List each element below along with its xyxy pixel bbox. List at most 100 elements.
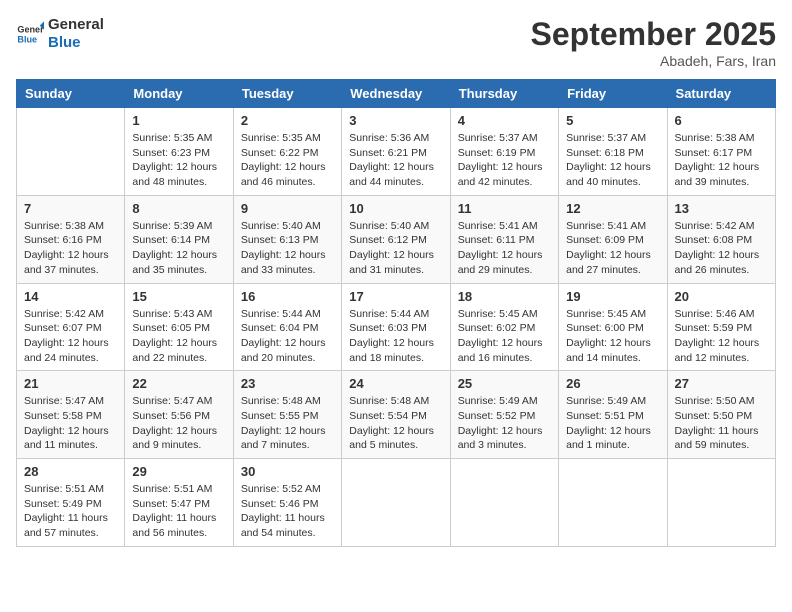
cell-content: Sunrise: 5:47 AMSunset: 5:58 PMDaylight:… (24, 394, 117, 453)
day-number: 14 (24, 289, 117, 304)
cell-content: Sunrise: 5:45 AMSunset: 6:02 PMDaylight:… (458, 307, 551, 366)
cell-content: Sunrise: 5:48 AMSunset: 5:54 PMDaylight:… (349, 394, 442, 453)
cell-content: Sunrise: 5:50 AMSunset: 5:50 PMDaylight:… (675, 394, 768, 453)
day-number: 23 (241, 376, 334, 391)
calendar-cell: 7 Sunrise: 5:38 AMSunset: 6:16 PMDaylight… (17, 195, 125, 283)
calendar-cell (667, 459, 775, 547)
month-title: September 2025 (531, 16, 776, 53)
cell-content: Sunrise: 5:40 AMSunset: 6:12 PMDaylight:… (349, 219, 442, 278)
cell-content: Sunrise: 5:49 AMSunset: 5:52 PMDaylight:… (458, 394, 551, 453)
calendar-cell: 24 Sunrise: 5:48 AMSunset: 5:54 PMDayligh… (342, 371, 450, 459)
day-number: 12 (566, 201, 659, 216)
cell-content: Sunrise: 5:36 AMSunset: 6:21 PMDaylight:… (349, 131, 442, 190)
cell-content: Sunrise: 5:51 AMSunset: 5:49 PMDaylight:… (24, 482, 117, 541)
calendar-cell (342, 459, 450, 547)
calendar-cell: 6 Sunrise: 5:38 AMSunset: 6:17 PMDaylight… (667, 108, 775, 196)
cell-content: Sunrise: 5:45 AMSunset: 6:00 PMDaylight:… (566, 307, 659, 366)
calendar-cell: 9Sunrise: 5:40 AMSunset: 6:13 PMDaylight… (233, 195, 341, 283)
logo: General Blue General Blue (16, 16, 104, 52)
calendar-cell: 21 Sunrise: 5:47 AMSunset: 5:58 PMDayligh… (17, 371, 125, 459)
title-block: September 2025 Abadeh, Fars, Iran (531, 16, 776, 69)
cell-content: Sunrise: 5:52 AMSunset: 5:46 PMDaylight:… (241, 482, 334, 541)
calendar-week-2: 7 Sunrise: 5:38 AMSunset: 6:16 PMDaylight… (17, 195, 776, 283)
cell-content: Sunrise: 5:51 AMSunset: 5:47 PMDaylight:… (132, 482, 225, 541)
calendar-cell (17, 108, 125, 196)
header-day-tuesday: Tuesday (233, 80, 341, 108)
calendar-cell: 27 Sunrise: 5:50 AMSunset: 5:50 PMDayligh… (667, 371, 775, 459)
cell-content: Sunrise: 5:41 AMSunset: 6:11 PMDaylight:… (458, 219, 551, 278)
day-number: 4 (458, 113, 551, 128)
calendar-cell: 10 Sunrise: 5:40 AMSunset: 6:12 PMDayligh… (342, 195, 450, 283)
calendar-cell: 18 Sunrise: 5:45 AMSunset: 6:02 PMDayligh… (450, 283, 558, 371)
day-number: 19 (566, 289, 659, 304)
day-number: 8 (132, 201, 225, 216)
calendar-week-3: 14 Sunrise: 5:42 AMSunset: 6:07 PMDayligh… (17, 283, 776, 371)
calendar-cell: 28 Sunrise: 5:51 AMSunset: 5:49 PMDayligh… (17, 459, 125, 547)
day-number: 28 (24, 464, 117, 479)
day-number: 7 (24, 201, 117, 216)
calendar-week-1: 1 Sunrise: 5:35 AMSunset: 6:23 PMDaylight… (17, 108, 776, 196)
calendar-week-5: 28 Sunrise: 5:51 AMSunset: 5:49 PMDayligh… (17, 459, 776, 547)
day-number: 16 (241, 289, 334, 304)
calendar-week-4: 21 Sunrise: 5:47 AMSunset: 5:58 PMDayligh… (17, 371, 776, 459)
calendar-cell: 29 Sunrise: 5:51 AMSunset: 5:47 PMDayligh… (125, 459, 233, 547)
cell-content: Sunrise: 5:38 AMSunset: 6:17 PMDaylight:… (675, 131, 768, 190)
calendar-cell: 15Sunrise: 5:43 AMSunset: 6:05 PMDayligh… (125, 283, 233, 371)
day-number: 10 (349, 201, 442, 216)
day-number: 27 (675, 376, 768, 391)
calendar-header: SundayMondayTuesdayWednesdayThursdayFrid… (17, 80, 776, 108)
day-number: 15 (132, 289, 225, 304)
day-number: 24 (349, 376, 442, 391)
calendar-cell: 20Sunrise: 5:46 AMSunset: 5:59 PMDayligh… (667, 283, 775, 371)
logo-text-general: General (48, 16, 104, 34)
day-number: 3 (349, 113, 442, 128)
header-day-friday: Friday (559, 80, 667, 108)
day-number: 22 (132, 376, 225, 391)
day-number: 6 (675, 113, 768, 128)
cell-content: Sunrise: 5:49 AMSunset: 5:51 PMDaylight:… (566, 394, 659, 453)
cell-content: Sunrise: 5:42 AMSunset: 6:08 PMDaylight:… (675, 219, 768, 278)
cell-content: Sunrise: 5:48 AMSunset: 5:55 PMDaylight:… (241, 394, 334, 453)
day-number: 29 (132, 464, 225, 479)
cell-content: Sunrise: 5:35 AMSunset: 6:23 PMDaylight:… (132, 131, 225, 190)
day-number: 26 (566, 376, 659, 391)
calendar-cell: 4 Sunrise: 5:37 AMSunset: 6:19 PMDaylight… (450, 108, 558, 196)
logo-icon: General Blue (16, 20, 44, 48)
cell-content: Sunrise: 5:47 AMSunset: 5:56 PMDaylight:… (132, 394, 225, 453)
day-number: 13 (675, 201, 768, 216)
calendar-cell: 16Sunrise: 5:44 AMSunset: 6:04 PMDayligh… (233, 283, 341, 371)
header-day-monday: Monday (125, 80, 233, 108)
header-day-wednesday: Wednesday (342, 80, 450, 108)
calendar-cell: 25Sunrise: 5:49 AMSunset: 5:52 PMDayligh… (450, 371, 558, 459)
cell-content: Sunrise: 5:39 AMSunset: 6:14 PMDaylight:… (132, 219, 225, 278)
calendar-cell: 19 Sunrise: 5:45 AMSunset: 6:00 PMDayligh… (559, 283, 667, 371)
cell-content: Sunrise: 5:37 AMSunset: 6:19 PMDaylight:… (458, 131, 551, 190)
day-number: 18 (458, 289, 551, 304)
header-row: SundayMondayTuesdayWednesdayThursdayFrid… (17, 80, 776, 108)
header-day-thursday: Thursday (450, 80, 558, 108)
day-number: 17 (349, 289, 442, 304)
calendar-cell (559, 459, 667, 547)
calendar-cell: 23 Sunrise: 5:48 AMSunset: 5:55 PMDayligh… (233, 371, 341, 459)
svg-text:Blue: Blue (17, 34, 37, 44)
calendar-cell: 12 Sunrise: 5:41 AMSunset: 6:09 PMDayligh… (559, 195, 667, 283)
calendar-cell: 11Sunrise: 5:41 AMSunset: 6:11 PMDayligh… (450, 195, 558, 283)
cell-content: Sunrise: 5:35 AMSunset: 6:22 PMDaylight:… (241, 131, 334, 190)
cell-content: Sunrise: 5:42 AMSunset: 6:07 PMDaylight:… (24, 307, 117, 366)
calendar-cell: 13 Sunrise: 5:42 AMSunset: 6:08 PMDayligh… (667, 195, 775, 283)
calendar-cell: 14 Sunrise: 5:42 AMSunset: 6:07 PMDayligh… (17, 283, 125, 371)
day-number: 21 (24, 376, 117, 391)
calendar-cell: 30 Sunrise: 5:52 AMSunset: 5:46 PMDayligh… (233, 459, 341, 547)
calendar-cell: 1 Sunrise: 5:35 AMSunset: 6:23 PMDaylight… (125, 108, 233, 196)
logo-text-blue: Blue (48, 34, 104, 52)
day-number: 1 (132, 113, 225, 128)
location-subtitle: Abadeh, Fars, Iran (531, 53, 776, 69)
calendar-cell: 22 Sunrise: 5:47 AMSunset: 5:56 PMDayligh… (125, 371, 233, 459)
svg-text:General: General (17, 25, 44, 35)
day-number: 5 (566, 113, 659, 128)
calendar-body: 1 Sunrise: 5:35 AMSunset: 6:23 PMDaylight… (17, 108, 776, 547)
cell-content: Sunrise: 5:38 AMSunset: 6:16 PMDaylight:… (24, 219, 117, 278)
cell-content: Sunrise: 5:41 AMSunset: 6:09 PMDaylight:… (566, 219, 659, 278)
day-number: 30 (241, 464, 334, 479)
day-number: 9 (241, 201, 334, 216)
